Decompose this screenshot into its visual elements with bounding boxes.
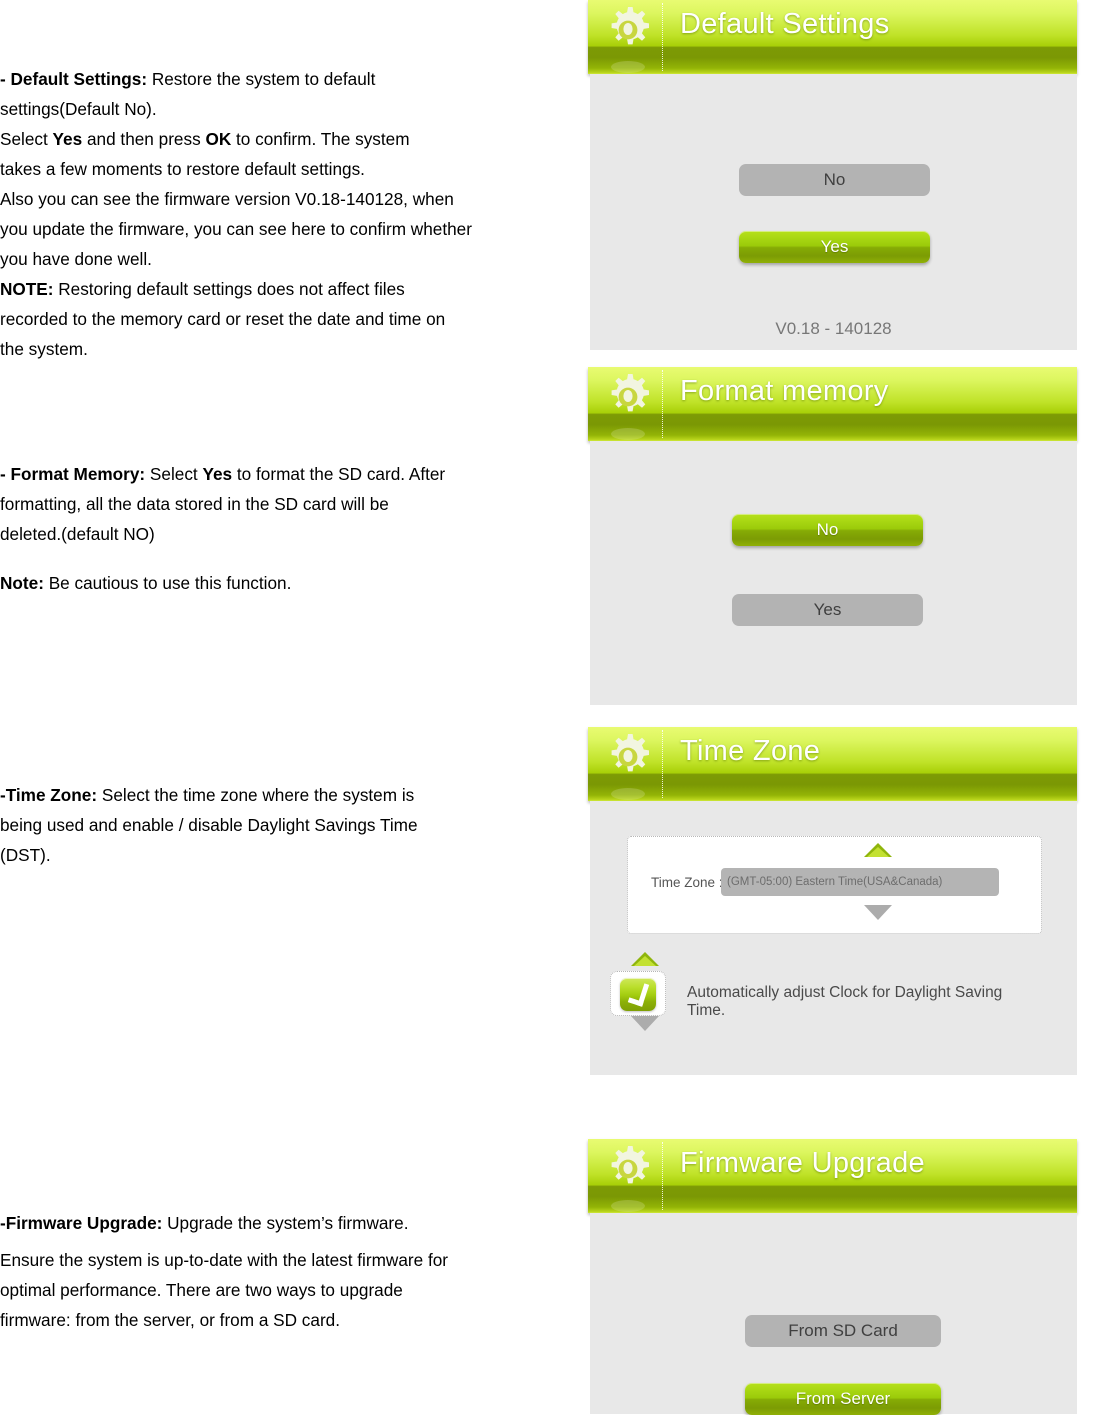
- gear-icon: [602, 731, 654, 783]
- text-line: you update the firmware, you can see her…: [0, 219, 472, 239]
- text-line: Ensure the system is up-to-date with the…: [0, 1250, 449, 1270]
- screen-title: Firmware Upgrade: [680, 1147, 925, 1179]
- text-line: the system.: [0, 339, 88, 359]
- yes-button[interactable]: Yes: [739, 231, 930, 263]
- time-zone-term: -Time Zone:: [0, 785, 98, 805]
- firmware-upgrade-term: -Firmware Upgrade:: [0, 1213, 163, 1233]
- default-settings-paragraph: - Default Settings: Restore the system t…: [0, 64, 575, 364]
- header-divider: [662, 730, 663, 798]
- dst-down-arrow-icon[interactable]: [631, 1016, 659, 1031]
- checkmark-icon: [620, 978, 656, 1011]
- screen-title: Default Settings: [680, 8, 890, 40]
- screen-title: Format memory: [680, 375, 889, 407]
- text-line: optimal performance. There are two ways …: [0, 1280, 403, 1300]
- text-line: -Firmware Upgrade: Upgrade the system’s …: [0, 1213, 409, 1233]
- dst-checkbox[interactable]: [610, 971, 666, 1016]
- text-line: - Format Memory: Select Yes to format th…: [0, 464, 446, 484]
- firmware-upgrade-paragraph: Ensure the system is up-to-date with the…: [0, 1245, 575, 1335]
- text-line: recorded to the memory card or reset the…: [0, 309, 446, 329]
- text-line: - Default Settings: Restore the system t…: [0, 69, 376, 89]
- gear-icon-reflection: [602, 1194, 654, 1212]
- text-line: Also you can see the firmware version V0…: [0, 189, 454, 209]
- screen-body: No Yes: [590, 441, 1077, 705]
- timezone-up-arrow-icon[interactable]: [864, 843, 892, 857]
- firmware-upgrade-screen: Firmware Upgrade From SD Card From Serve…: [588, 1139, 1077, 1415]
- screen-header: Time Zone: [588, 727, 1077, 801]
- format-memory-note: Note: Be cautious to use this function.: [0, 568, 575, 598]
- gear-icon: [602, 4, 654, 56]
- text-line: formatting, all the data stored in the S…: [0, 494, 389, 514]
- dst-up-arrow-icon[interactable]: [631, 952, 659, 966]
- no-button[interactable]: No: [732, 514, 923, 546]
- screen-body: No Yes V0.18 - 140128: [590, 74, 1077, 350]
- format-memory-screen: Format memory No Yes: [588, 367, 1077, 705]
- dst-label: Automatically adjust Clock for Daylight …: [687, 984, 1003, 1019]
- gear-icon: [602, 1143, 654, 1195]
- text-line: (DST).: [0, 845, 51, 865]
- firmware-version-text: V0.18 - 140128: [775, 319, 892, 338]
- time-zone-label: Time Zone :: [651, 875, 723, 890]
- gear-icon-reflection: [602, 55, 654, 73]
- time-zone-selector: Time Zone : (GMT-05:00) Eastern Time(USA…: [627, 836, 1042, 934]
- dst-row: Automatically adjust Clock for Daylight …: [602, 949, 1032, 1039]
- text-line: NOTE: Restoring default settings does no…: [0, 279, 405, 299]
- text-line: Note: Be cautious to use this function.: [0, 573, 292, 593]
- note-term: Note:: [0, 573, 44, 593]
- format-memory-term: - Format Memory:: [0, 464, 146, 484]
- text-line: takes a few moments to restore default s…: [0, 159, 365, 179]
- default-settings-term: - Default Settings:: [0, 69, 148, 89]
- timezone-down-arrow-icon[interactable]: [864, 905, 892, 920]
- header-divider: [662, 370, 663, 438]
- header-divider: [662, 1142, 663, 1210]
- yes-button[interactable]: Yes: [732, 594, 923, 626]
- screen-header: Firmware Upgrade: [588, 1139, 1077, 1213]
- default-settings-screen: Default Settings No Yes V0.18 - 140128: [588, 0, 1077, 350]
- text-line: you have done well.: [0, 249, 152, 269]
- from-server-button[interactable]: From Server: [745, 1383, 941, 1415]
- text-line: settings(Default No).: [0, 99, 157, 119]
- gear-icon-reflection: [602, 422, 654, 440]
- no-button[interactable]: No: [739, 164, 930, 196]
- format-memory-paragraph: - Format Memory: Select Yes to format th…: [0, 459, 575, 549]
- time-zone-value[interactable]: (GMT-05:00) Eastern Time(USA&Canada): [721, 868, 999, 896]
- gear-icon: [602, 371, 654, 423]
- screen-title: Time Zone: [680, 735, 821, 767]
- note-term: NOTE:: [0, 279, 54, 299]
- text-line: firmware: from the server, or from a SD …: [0, 1310, 341, 1330]
- firmware-upgrade-heading: -Firmware Upgrade: Upgrade the system’s …: [0, 1208, 575, 1238]
- text-line: -Time Zone: Select the time zone where t…: [0, 785, 415, 805]
- screen-header: Default Settings: [588, 0, 1077, 74]
- text-line: deleted.(default NO): [0, 524, 155, 544]
- gear-icon-reflection: [602, 782, 654, 800]
- header-divider: [662, 3, 663, 71]
- screen-body: Time Zone : (GMT-05:00) Eastern Time(USA…: [590, 801, 1077, 1075]
- screen-body: From SD Card From Server: [590, 1213, 1077, 1415]
- time-zone-paragraph: -Time Zone: Select the time zone where t…: [0, 780, 575, 870]
- from-sd-card-button[interactable]: From SD Card: [745, 1315, 941, 1347]
- screen-header: Format memory: [588, 367, 1077, 441]
- text-line: being used and enable / disable Daylight…: [0, 815, 418, 835]
- text-line: Select Yes and then press OK to confirm.…: [0, 129, 410, 149]
- time-zone-screen: Time Zone Time Zone : (GMT-05:00) Easter…: [588, 727, 1077, 1075]
